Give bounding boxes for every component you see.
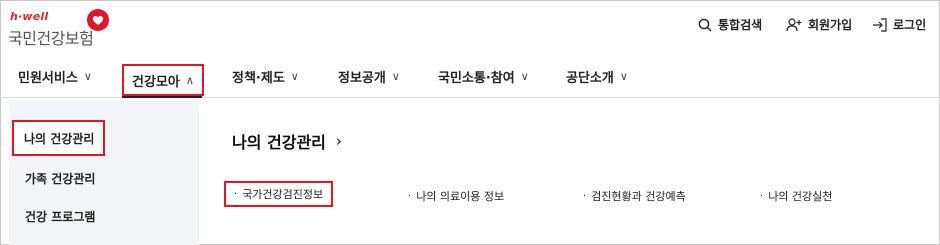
sub-menu-item-health-program[interactable]: 건강 프로그램 bbox=[25, 208, 95, 225]
logo-name: 국민건강보험 bbox=[8, 29, 94, 48]
gnb-item-info-disclosure[interactable]: 정보공개 ∨ bbox=[338, 58, 400, 94]
chevron-down-icon: ∨ bbox=[290, 69, 299, 83]
login-icon bbox=[873, 17, 887, 32]
section-title: 나의 건강관리 bbox=[232, 133, 326, 152]
login-label: 로그인 bbox=[893, 18, 927, 32]
sub-menu: 나의 건강관리 가족 건강관리 건강 프로그램 bbox=[9, 100, 199, 245]
link-national-checkup-info[interactable]: · 국가건강검진정보 bbox=[224, 181, 334, 207]
bullet-icon: · bbox=[583, 190, 587, 202]
active-nav-underline bbox=[122, 96, 202, 98]
link-my-health-practice[interactable]: · 나의 건강실천 bbox=[760, 188, 832, 204]
gnb-item-label: 정책·제도 bbox=[232, 70, 285, 86]
bullet-icon: · bbox=[234, 188, 238, 200]
gnb-item-policy[interactable]: 정책·제도 ∨ bbox=[232, 58, 299, 94]
sub-menu-item-label: 나의 건강관리 bbox=[24, 131, 95, 146]
link-label: 나의 의료이용 정보 bbox=[416, 190, 505, 203]
section-title-link[interactable]: 나의 건강관리 › bbox=[232, 129, 342, 153]
chevron-right-icon: › bbox=[335, 132, 342, 150]
bullet-icon: · bbox=[408, 190, 412, 202]
link-my-medical-usage[interactable]: · 나의 의료이용 정보 bbox=[408, 188, 504, 204]
gnb-item-health-moa[interactable]: 건강모아 ∧ bbox=[122, 64, 204, 96]
search-icon bbox=[698, 18, 712, 32]
sign-up-link[interactable]: 회원가입 bbox=[786, 16, 852, 33]
gnb-item-about[interactable]: 공단소개 ∨ bbox=[566, 58, 628, 94]
gnb-item-civil-service[interactable]: 민원서비스 ∨ bbox=[18, 58, 92, 94]
link-checkup-status-prediction[interactable]: · 검진현황과 건강예측 bbox=[583, 188, 686, 204]
chevron-down-icon: ∨ bbox=[619, 69, 628, 83]
sub-menu-item-label: 가족 건강관리 bbox=[25, 172, 96, 186]
site-header: h·well 국민건강보험 통합검색 회원가입 로그인 bbox=[0, 0, 940, 56]
integrated-search-label: 통합검색 bbox=[718, 18, 763, 32]
gnb-item-communication[interactable]: 국민소통·참여 ∨ bbox=[438, 58, 529, 94]
sub-menu-item-family-health[interactable]: 가족 건강관리 bbox=[25, 170, 95, 187]
integrated-search-link[interactable]: 통합검색 bbox=[698, 16, 762, 33]
sub-menu-item-my-health[interactable]: 나의 건강관리 bbox=[12, 120, 105, 156]
logo-tagline: h·well bbox=[10, 10, 49, 23]
gnb-item-label: 국민소통·참여 bbox=[438, 70, 515, 86]
chevron-down-icon: ∨ bbox=[520, 69, 529, 83]
chevron-down-icon: ∨ bbox=[83, 69, 92, 83]
sub-menu-item-label: 건강 프로그램 bbox=[25, 210, 96, 224]
gnb-item-label: 민원서비스 bbox=[18, 70, 78, 86]
site-logo[interactable]: h·well 국민건강보험 bbox=[6, 6, 116, 50]
heart-logo-icon bbox=[87, 9, 109, 31]
user-add-icon bbox=[786, 17, 802, 31]
link-label: 검진현황과 건강예측 bbox=[591, 190, 686, 203]
chevron-up-icon: ∧ bbox=[185, 73, 194, 87]
sign-up-label: 회원가입 bbox=[808, 18, 853, 32]
link-label: 나의 건강실천 bbox=[768, 190, 833, 203]
gnb-item-label: 건강모아 bbox=[132, 74, 180, 90]
login-link[interactable]: 로그인 bbox=[872, 16, 926, 33]
bullet-icon: · bbox=[760, 190, 764, 202]
chevron-down-icon: ∨ bbox=[391, 69, 400, 83]
link-label: 국가건강검진정보 bbox=[242, 188, 324, 201]
global-nav: 민원서비스 ∨ 건강모아 ∧ 정책·제도 ∨ 정보공개 ∨ 국민소통·참여 ∨ … bbox=[0, 58, 940, 98]
gnb-item-label: 정보공개 bbox=[338, 70, 386, 86]
gnb-item-label: 공단소개 bbox=[566, 70, 614, 86]
